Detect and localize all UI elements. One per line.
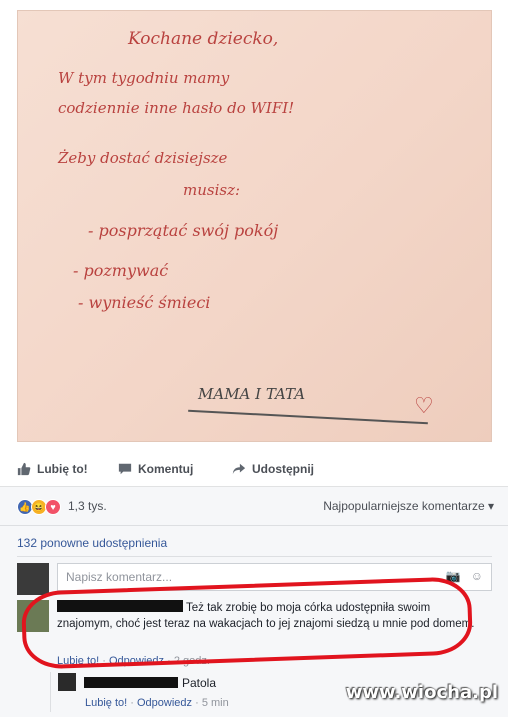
reaction-icons[interactable]: 👍 😆 ♥ bbox=[17, 499, 61, 515]
comment-label: Komentuj bbox=[138, 462, 194, 476]
note-line: Kochane dziecko, bbox=[128, 29, 279, 49]
note-line: - posprzątać swój pokój bbox=[88, 221, 279, 240]
signature-underline bbox=[188, 409, 428, 425]
comment-bubble-icon bbox=[118, 463, 132, 475]
redacted-reply-name[interactable] bbox=[84, 677, 178, 688]
comment-placeholder: Napisz komentarz... bbox=[66, 570, 173, 584]
divider bbox=[17, 556, 492, 557]
comment-sort-dropdown[interactable]: Najpopularniejsze komentarze ▾ bbox=[323, 499, 494, 513]
site-watermark: www.wiocha.pl bbox=[345, 682, 498, 703]
share-label: Udostępnij bbox=[252, 462, 314, 476]
reply-like-link[interactable]: Lubię to! bbox=[85, 697, 127, 709]
reply-name-suffix[interactable]: Patola bbox=[182, 676, 216, 690]
post-photo-area[interactable]: Kochane dziecko, W tym tygodniu mamy cod… bbox=[0, 0, 508, 452]
note-signature: MAMA I TATA bbox=[198, 385, 306, 403]
note-line: Żeby dostać dzisiejsze bbox=[58, 149, 228, 167]
reactions-row: 👍 😆 ♥ 1,3 tys. Najpopularniejsze komenta… bbox=[0, 487, 508, 526]
reply-timestamp[interactable]: 5 min bbox=[202, 697, 229, 709]
share-arrow-icon bbox=[232, 463, 246, 475]
avatar[interactable] bbox=[17, 563, 49, 595]
reaction-count[interactable]: 1,3 tys. bbox=[68, 499, 107, 513]
shares-count-link[interactable]: 132 ponowne udostępnienia bbox=[17, 536, 167, 550]
reply-reply-link[interactable]: Odpowiedz bbox=[137, 697, 192, 709]
thumbs-up-icon bbox=[17, 462, 31, 476]
love-reaction-icon: ♥ bbox=[45, 499, 61, 515]
share-button[interactable]: Udostępnij bbox=[232, 462, 314, 476]
note-line: musisz: bbox=[183, 181, 241, 199]
comment-sort-label: Najpopularniejsze komentarze bbox=[323, 499, 485, 513]
heart-doodle-icon: ♡ bbox=[414, 393, 434, 418]
red-highlight-circle bbox=[20, 576, 474, 670]
note-line: - wynieść śmieci bbox=[78, 293, 211, 312]
caret-down-icon: ▾ bbox=[487, 499, 494, 513]
post-actions-bar: Lubię to! Komentuj Udostępnij bbox=[0, 452, 508, 487]
note-line: W tym tygodniu mamy bbox=[58, 69, 230, 87]
like-button[interactable]: Lubię to! bbox=[17, 462, 88, 476]
reply-thread-line bbox=[50, 672, 51, 712]
handwritten-note-photo[interactable]: Kochane dziecko, W tym tygodniu mamy cod… bbox=[17, 10, 492, 442]
reply-avatar[interactable] bbox=[58, 673, 76, 691]
emoji-icon[interactable]: ☺ bbox=[471, 569, 483, 583]
note-line: codziennie inne hasło do WIFI! bbox=[58, 99, 295, 117]
reply-meta: Lubię to! · Odpowiedz · 5 min bbox=[85, 697, 229, 709]
note-line: - pozmywać bbox=[73, 261, 169, 280]
comment-button[interactable]: Komentuj bbox=[118, 462, 193, 476]
post-card: Kochane dziecko, W tym tygodniu mamy cod… bbox=[0, 0, 508, 717]
like-label: Lubię to! bbox=[37, 462, 88, 476]
